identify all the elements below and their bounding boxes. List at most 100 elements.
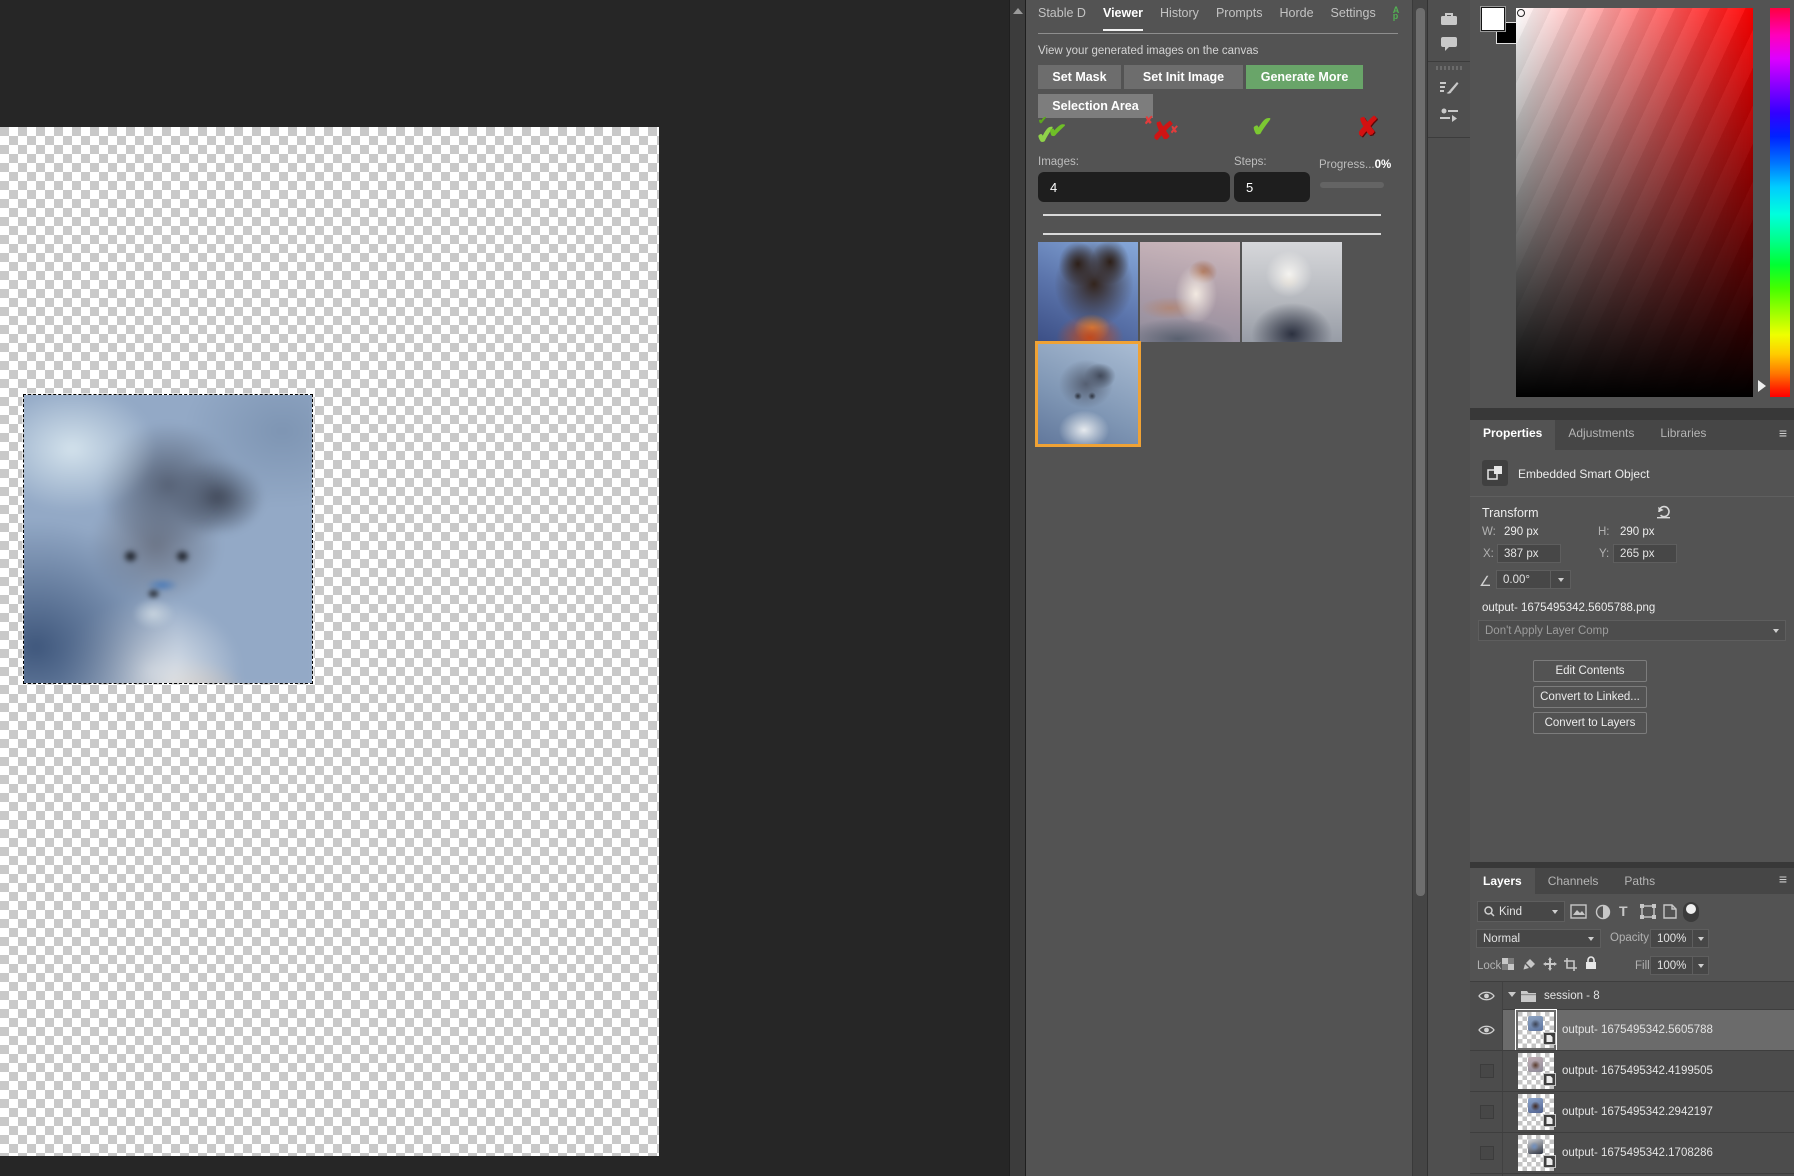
filter-shape-layers-icon[interactable] xyxy=(1640,904,1656,924)
smart-object-badge-icon xyxy=(1543,1155,1556,1173)
stable-diffusion-plugin-panel: Stable D Viewer History Prompts Horde Se… xyxy=(1026,0,1412,1176)
layer-thumbnail[interactable] xyxy=(1518,1012,1554,1048)
layer-thumbnail[interactable] xyxy=(1518,1053,1554,1089)
comment-icon[interactable] xyxy=(1428,36,1470,51)
thumbnail-4-selected[interactable] xyxy=(1038,344,1138,444)
reject-x-icon[interactable]: ✘ xyxy=(1356,112,1396,146)
tab-horde[interactable]: Horde xyxy=(1279,6,1313,29)
lock-pixels-icon[interactable] xyxy=(1523,958,1536,976)
selection-area-button[interactable]: Selection Area xyxy=(1038,94,1153,118)
separator-line xyxy=(1043,233,1381,235)
discard-all-x-icon[interactable]: ✘ ✘ ✘ xyxy=(1144,116,1184,150)
filter-pixel-layers-icon[interactable] xyxy=(1570,904,1587,924)
foreground-color-swatch[interactable] xyxy=(1481,7,1505,31)
brush-settings-icon[interactable] xyxy=(1428,80,1470,97)
convert-to-layers-button[interactable]: Convert to Layers xyxy=(1533,712,1647,734)
layer-row[interactable]: output- 1675495342.1708286 xyxy=(1470,1132,1794,1173)
thumbnail-3[interactable] xyxy=(1242,242,1342,342)
set-init-image-button[interactable]: Set Init Image xyxy=(1124,65,1243,89)
tab-settings[interactable]: Settings xyxy=(1331,6,1376,29)
visibility-checkbox-empty[interactable] xyxy=(1480,1146,1494,1160)
selection-marquee[interactable] xyxy=(23,394,313,684)
group-name: session - 8 xyxy=(1544,990,1600,1002)
layer-comp-dropdown[interactable]: Don't Apply Layer Comp xyxy=(1478,620,1786,641)
tab-properties[interactable]: Properties xyxy=(1470,420,1555,450)
hue-slider-marker[interactable] xyxy=(1758,380,1772,392)
lock-position-icon[interactable] xyxy=(1543,957,1557,976)
tool-presets-icon[interactable] xyxy=(1428,107,1470,123)
opacity-dropdown-icon[interactable] xyxy=(1693,929,1709,948)
plugin-scrollbar[interactable] xyxy=(1412,0,1427,1176)
tab-divider xyxy=(1038,33,1398,34)
properties-panel: Properties Adjustments Libraries ≡ Embed… xyxy=(1470,420,1794,862)
tab-paths[interactable]: Paths xyxy=(1611,868,1668,894)
visibility-checkbox-empty[interactable] xyxy=(1480,1105,1494,1119)
layer-row[interactable]: output- 1675495342.2942197 xyxy=(1470,1091,1794,1132)
color-picker-panel xyxy=(1470,0,1794,408)
swatches-icon[interactable] xyxy=(1428,12,1470,26)
lock-transparency-icon[interactable] xyxy=(1502,958,1515,976)
visibility-checkbox-empty[interactable] xyxy=(1480,1064,1494,1078)
x-input[interactable]: 387 px xyxy=(1497,544,1561,563)
saturation-value-picker[interactable] xyxy=(1516,8,1753,397)
tab-libraries[interactable]: Libraries xyxy=(1647,420,1719,450)
apply-all-checks-icon[interactable]: ✔ ✔ ✔ xyxy=(1036,116,1076,150)
right-panel-column: Properties Adjustments Libraries ≡ Embed… xyxy=(1470,0,1794,1176)
group-expand-chevron-icon[interactable] xyxy=(1508,992,1516,1001)
properties-menu-icon[interactable]: ≡ xyxy=(1779,425,1787,441)
fill-input[interactable]: 100% xyxy=(1650,956,1693,975)
hue-slider[interactable] xyxy=(1770,8,1790,397)
angle-input[interactable]: 0.00° xyxy=(1496,570,1551,589)
layers-panel: Layers Channels Paths ≡ Kind T Normal Op… xyxy=(1470,868,1794,1176)
tab-channels[interactable]: Channels xyxy=(1535,868,1612,894)
images-input[interactable]: 4 xyxy=(1038,172,1230,202)
plugin-logo: Ap xyxy=(1393,7,1400,20)
layers-menu-icon[interactable]: ≡ xyxy=(1779,871,1787,887)
convert-to-linked-button[interactable]: Convert to Linked... xyxy=(1533,686,1647,708)
document-scrollbar[interactable] xyxy=(1009,0,1026,1176)
visibility-eye-icon[interactable] xyxy=(1478,989,1496,1003)
scroll-up-icon[interactable] xyxy=(1013,3,1023,14)
tab-history[interactable]: History xyxy=(1160,6,1199,29)
color-selector-circle[interactable] xyxy=(1517,9,1525,17)
layer-thumbnail[interactable] xyxy=(1518,1135,1554,1171)
document-canvas[interactable] xyxy=(0,127,659,1156)
opacity-label: Opacity: xyxy=(1610,932,1652,944)
visibility-eye-icon[interactable] xyxy=(1478,1023,1496,1037)
lock-artboard-icon[interactable] xyxy=(1564,958,1577,976)
tab-viewer[interactable]: Viewer xyxy=(1103,6,1143,31)
generate-more-button[interactable]: Generate More xyxy=(1246,65,1363,89)
filter-type-layers-icon[interactable]: T xyxy=(1619,903,1628,919)
object-type-label: Embedded Smart Object xyxy=(1518,467,1649,481)
plugin-scrollbar-thumb[interactable] xyxy=(1416,8,1425,896)
layer-row-selected[interactable]: output- 1675495342.5605788 xyxy=(1503,1009,1794,1050)
filter-smart-objects-icon[interactable] xyxy=(1663,904,1677,924)
tab-adjustments[interactable]: Adjustments xyxy=(1555,420,1647,450)
reset-transform-icon[interactable] xyxy=(1655,503,1672,524)
angle-dropdown-icon[interactable] xyxy=(1551,570,1571,589)
thumbnail-1[interactable] xyxy=(1038,242,1138,342)
width-label: W: xyxy=(1482,526,1496,538)
set-mask-button[interactable]: Set Mask xyxy=(1038,65,1121,89)
y-input[interactable]: 265 px xyxy=(1613,544,1677,563)
steps-input[interactable]: 5 xyxy=(1234,172,1310,202)
tab-prompts[interactable]: Prompts xyxy=(1216,6,1263,29)
layer-group-row[interactable]: session - 8 xyxy=(1470,982,1794,1009)
height-label: H: xyxy=(1598,526,1610,538)
edit-contents-button[interactable]: Edit Contents xyxy=(1533,660,1647,682)
filter-adjustment-layers-icon[interactable] xyxy=(1595,904,1611,925)
layer-row[interactable]: output- 1675495342.4199505 xyxy=(1470,1050,1794,1091)
blend-mode-dropdown[interactable]: Normal xyxy=(1476,929,1601,948)
tab-layers[interactable]: Layers xyxy=(1470,868,1535,894)
panel-grip-icon[interactable] xyxy=(1436,66,1462,70)
accept-check-icon[interactable]: ✔ xyxy=(1251,112,1291,146)
properties-tab-bar: Properties Adjustments Libraries xyxy=(1470,420,1794,450)
thumbnail-2[interactable] xyxy=(1140,242,1240,342)
lock-all-icon[interactable] xyxy=(1585,956,1597,975)
tab-stable-d[interactable]: Stable D xyxy=(1038,6,1086,29)
opacity-input[interactable]: 100% xyxy=(1650,929,1693,948)
layer-thumbnail[interactable] xyxy=(1518,1094,1554,1130)
filter-kind-dropdown[interactable]: Kind xyxy=(1477,901,1565,922)
fill-dropdown-icon[interactable] xyxy=(1693,956,1709,975)
filter-toggle-pill[interactable] xyxy=(1683,902,1699,922)
